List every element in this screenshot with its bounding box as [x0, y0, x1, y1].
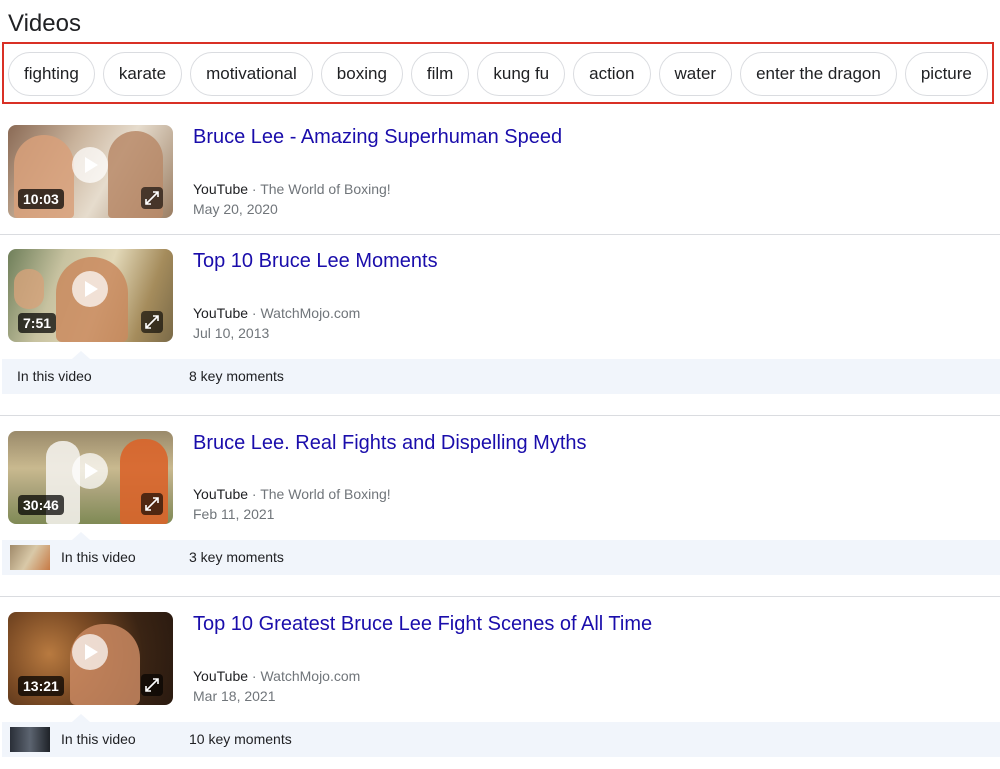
- separator: ·: [251, 668, 257, 684]
- video-title-link[interactable]: Top 10 Bruce Lee Moments: [193, 248, 438, 274]
- expand-button[interactable]: [141, 674, 163, 696]
- key-moments-bar[interactable]: In this video 8 key moments: [2, 351, 1000, 394]
- play-icon: [85, 463, 98, 479]
- expand-button[interactable]: [141, 493, 163, 515]
- chip-film[interactable]: film: [410, 52, 470, 96]
- expand-icon: [145, 678, 159, 692]
- video-source: YouTube · The World of Boxing!: [193, 484, 391, 504]
- chip-enter-the-dragon[interactable]: enter the dragon: [740, 52, 897, 96]
- video-thumbnail[interactable]: 7:51: [8, 249, 173, 342]
- expand-icon: [145, 497, 159, 511]
- chip-boxing[interactable]: boxing: [320, 52, 403, 96]
- chip-water[interactable]: water: [658, 52, 733, 96]
- key-moments-notch: [72, 532, 90, 540]
- result-divider: [0, 596, 1000, 597]
- expand-button[interactable]: [141, 187, 163, 209]
- video-date: Feb 11, 2021: [193, 506, 275, 522]
- video-title-link[interactable]: Bruce Lee. Real Fights and Dispelling My…: [193, 430, 587, 456]
- play-button[interactable]: [72, 147, 108, 183]
- separator: ·: [251, 486, 257, 502]
- key-moment-thumbnail: [10, 545, 50, 570]
- expand-button[interactable]: [141, 311, 163, 333]
- video-title-link[interactable]: Top 10 Greatest Bruce Lee Fight Scenes o…: [193, 611, 652, 637]
- video-date: Jul 10, 2013: [193, 325, 270, 341]
- video-title-link[interactable]: Bruce Lee - Amazing Superhuman Speed: [193, 124, 562, 150]
- expand-icon: [145, 191, 159, 205]
- key-moments-bar[interactable]: In this video 3 key moments: [2, 532, 1000, 575]
- separator: ·: [251, 305, 257, 321]
- key-moments-label: In this video: [61, 549, 136, 565]
- channel-name: WatchMojo.com: [260, 305, 361, 321]
- result-divider: [0, 415, 1000, 416]
- video-duration: 30:46: [18, 495, 64, 515]
- video-duration: 10:03: [18, 189, 64, 209]
- play-icon: [85, 644, 98, 660]
- key-moment-thumbnail: [10, 727, 50, 752]
- chip-kung-fu[interactable]: kung fu: [477, 52, 566, 96]
- play-icon: [85, 157, 98, 173]
- channel-name: WatchMojo.com: [260, 668, 361, 684]
- play-button[interactable]: [72, 453, 108, 489]
- play-icon: [85, 281, 98, 297]
- key-moments-notch: [72, 351, 90, 359]
- key-moments-label: In this video: [61, 731, 136, 747]
- separator: ·: [251, 181, 257, 197]
- channel-name: The World of Boxing!: [260, 486, 391, 502]
- chip-picture[interactable]: picture: [904, 52, 988, 96]
- channel-name: The World of Boxing!: [260, 181, 391, 197]
- chip-karate[interactable]: karate: [102, 52, 183, 96]
- key-moments-bar[interactable]: In this video 10 key moments: [2, 714, 1000, 757]
- source-name: YouTube: [193, 305, 249, 321]
- key-moments-notch: [72, 714, 90, 722]
- key-moments-count: 3 key moments: [189, 549, 284, 565]
- key-moments-count: 8 key moments: [189, 368, 284, 384]
- thumbnail-hand: [14, 269, 44, 309]
- related-searches-chip-bar: fighting karate motivational boxing film…: [2, 42, 994, 104]
- source-name: YouTube: [193, 486, 249, 502]
- video-date: May 20, 2020: [193, 201, 278, 217]
- page-title: Videos: [8, 10, 81, 37]
- chip-fighting[interactable]: fighting: [8, 52, 95, 96]
- result-divider: [0, 234, 1000, 235]
- source-name: YouTube: [193, 668, 249, 684]
- video-date: Mar 18, 2021: [193, 688, 276, 704]
- chip-motivational[interactable]: motivational: [190, 52, 313, 96]
- play-button[interactable]: [72, 271, 108, 307]
- key-moments-label: In this video: [17, 368, 92, 384]
- key-moments-count: 10 key moments: [189, 731, 292, 747]
- video-duration: 13:21: [18, 676, 64, 696]
- video-thumbnail[interactable]: 30:46: [8, 431, 173, 524]
- video-duration: 7:51: [18, 313, 57, 333]
- video-source: YouTube · The World of Boxing!: [193, 179, 391, 199]
- source-name: YouTube: [193, 181, 249, 197]
- chip-action[interactable]: action: [573, 52, 651, 96]
- video-source: YouTube · WatchMojo.com: [193, 303, 360, 323]
- play-button[interactable]: [72, 634, 108, 670]
- video-thumbnail[interactable]: 13:21: [8, 612, 173, 705]
- video-thumbnail[interactable]: 10:03: [8, 125, 173, 218]
- chip-row: fighting karate motivational boxing film…: [8, 52, 988, 96]
- video-source: YouTube · WatchMojo.com: [193, 666, 360, 686]
- expand-icon: [145, 315, 159, 329]
